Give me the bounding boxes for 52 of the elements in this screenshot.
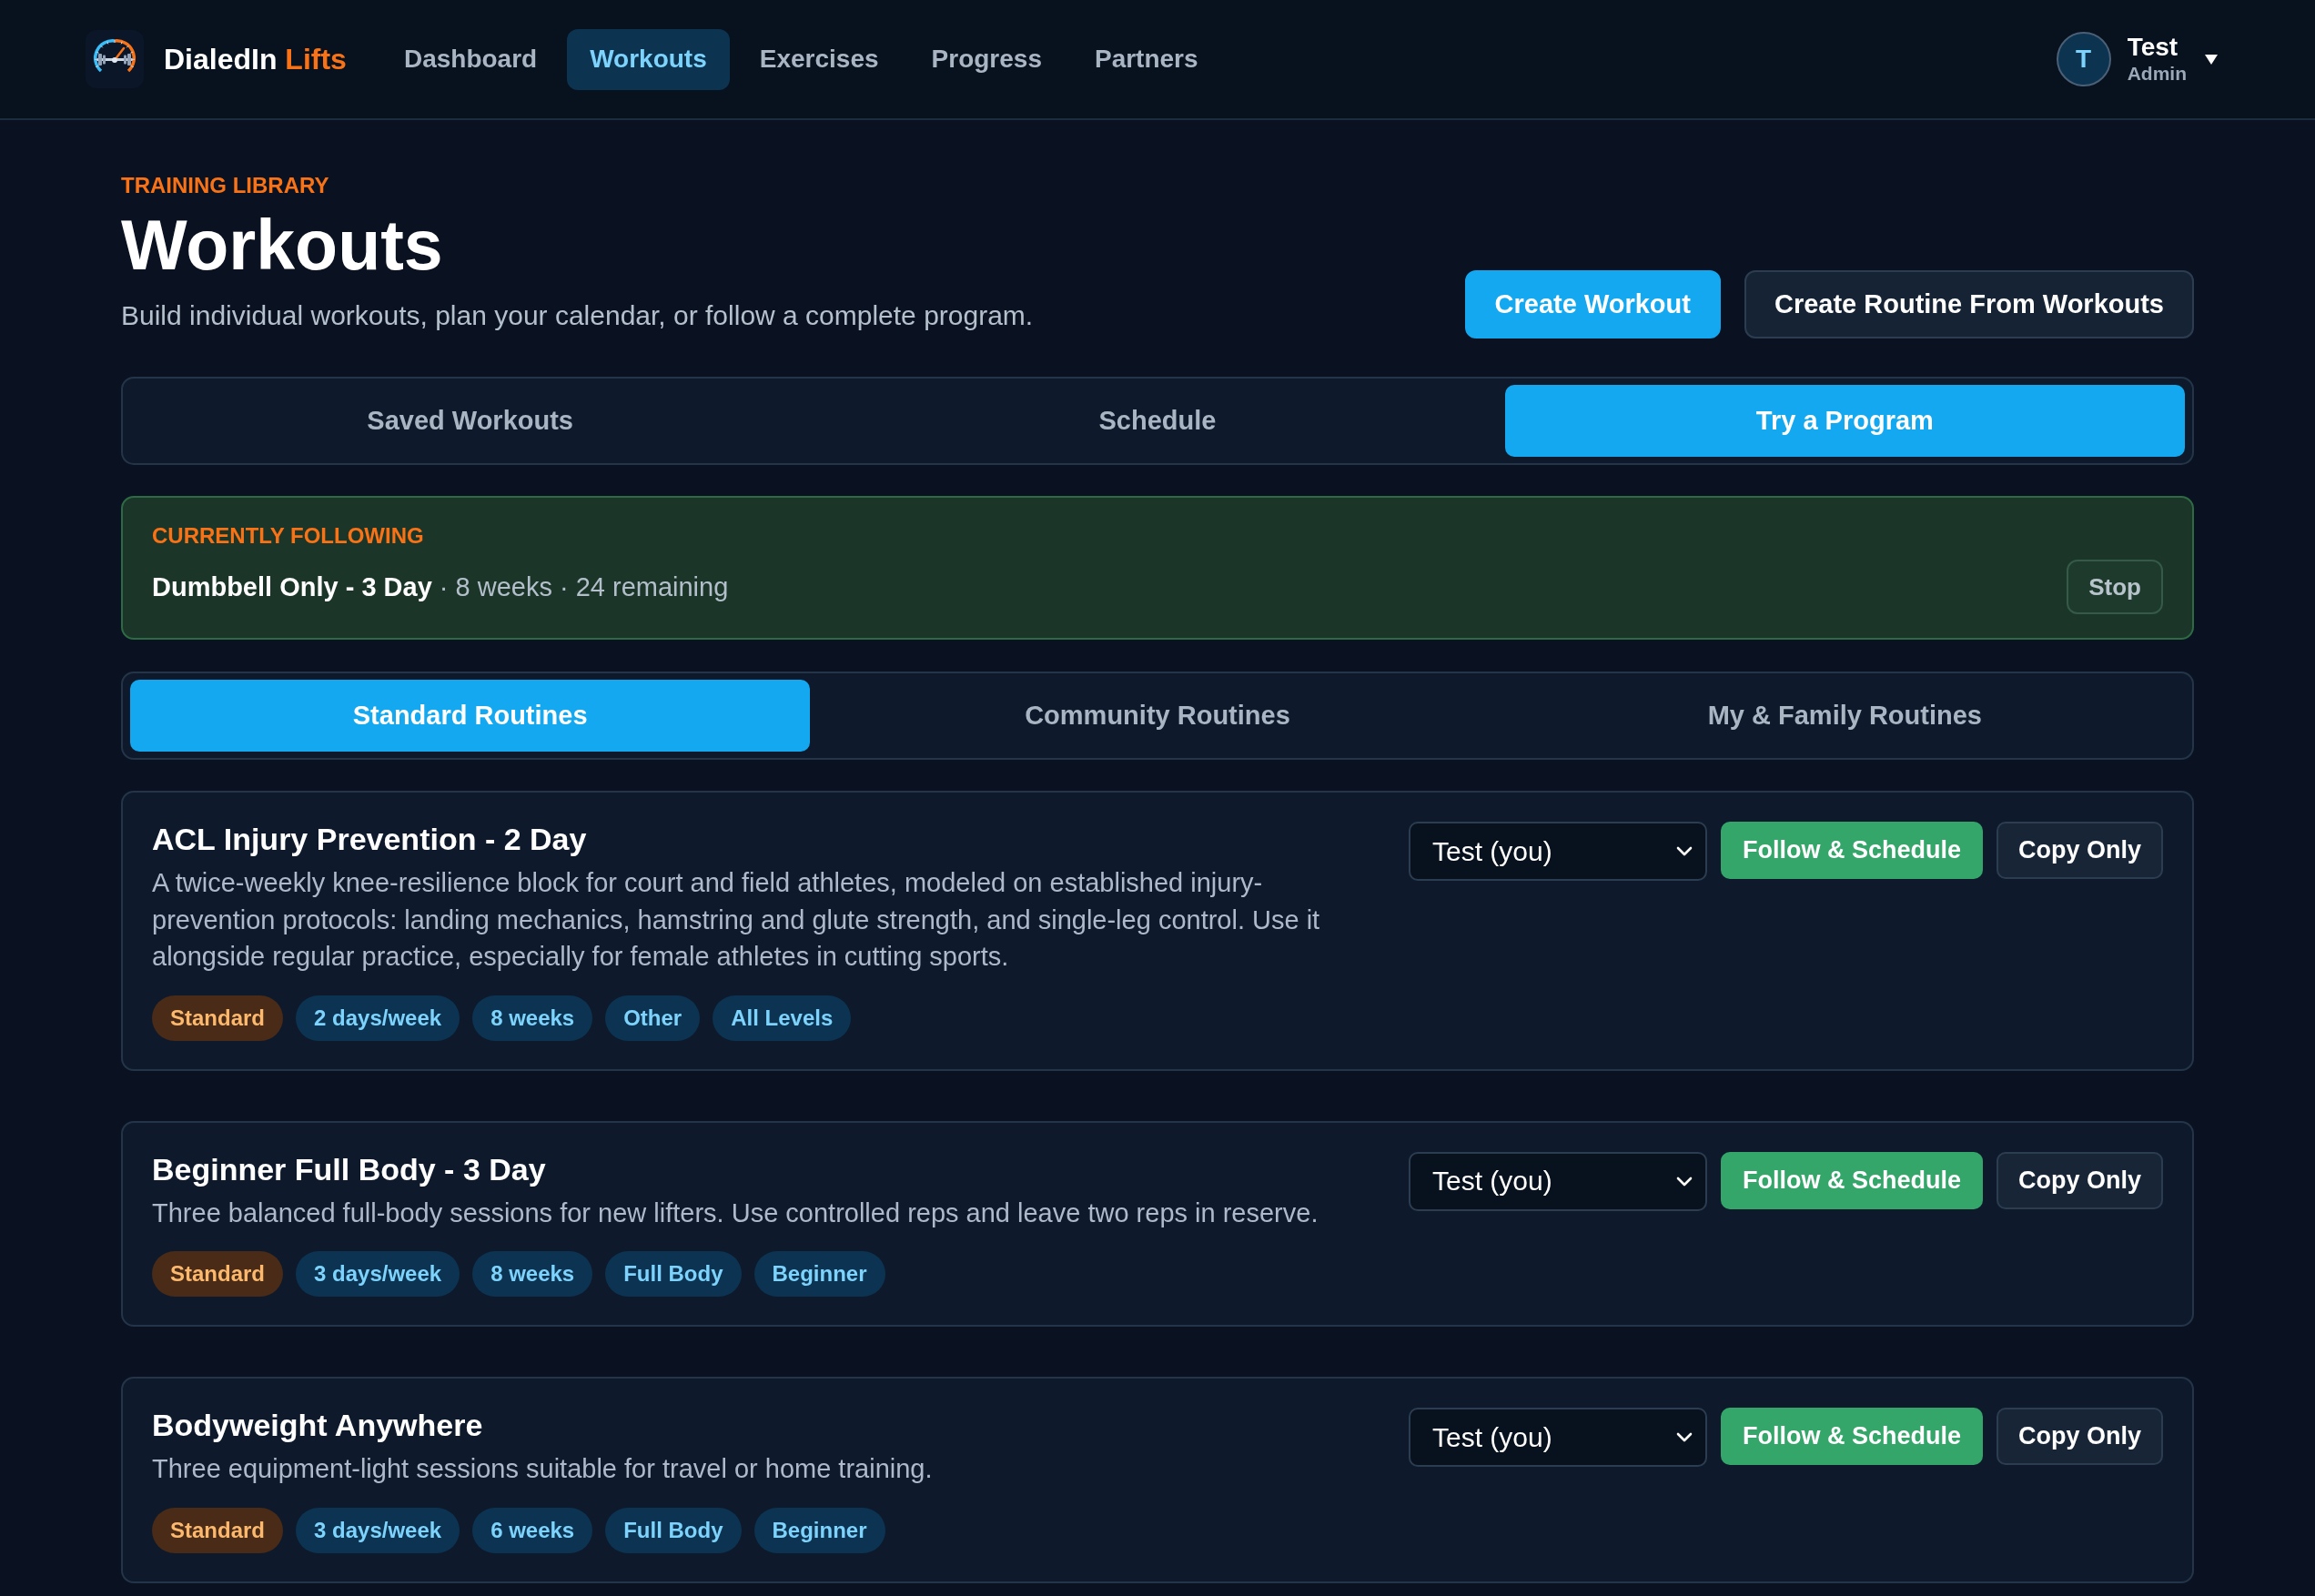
routine-tag: Full Body	[605, 1251, 742, 1297]
create-routine-button[interactable]: Create Routine From Workouts	[1744, 270, 2194, 338]
user-name: Test	[2127, 33, 2179, 62]
routine-tag: Standard	[152, 1507, 283, 1553]
routine-tab[interactable]: Community Routines	[817, 680, 1498, 752]
routine-title: Bodyweight Anywhere	[152, 1407, 484, 1444]
user-role: Admin	[2127, 62, 2187, 86]
routine-tag: Standard	[152, 995, 283, 1041]
routine-tag: 3 days/week	[296, 1507, 460, 1553]
following-label: CURRENTLY FOLLOWING	[152, 523, 425, 549]
routine-description: Three equipment-light sessions suitable for travel or home training.	[152, 1453, 934, 1485]
assignee-select[interactable]: Test (you)	[1408, 1408, 1707, 1467]
routine-description: A twice-weekly knee-resilience block for court and field athletes, modeled on established injury-prevention protocols: landing mechanics, hamstring and glute strength, and single-leg control. Use it alongside regular practice, especially for female athletes in cutting sports.	[152, 867, 1321, 973]
copy-only-button[interactable]: Copy Only	[1997, 822, 2163, 879]
copy-only-button[interactable]: Copy Only	[1997, 1408, 2163, 1465]
routine-tag: 2 days/week	[296, 995, 460, 1041]
user-avatar[interactable]: T	[2056, 32, 2111, 86]
copy-only-button[interactable]: Copy Only	[1997, 1151, 2163, 1209]
routine-tag: All Levels	[713, 995, 852, 1041]
view-tab[interactable]: Saved Workouts	[130, 385, 811, 457]
page-title: Workouts	[121, 205, 443, 285]
routine-title: ACL Injury Prevention - 2 Day	[152, 821, 588, 858]
nav-link[interactable]: Partners	[1071, 28, 1221, 90]
routine-tag: Full Body	[605, 1507, 742, 1553]
routine-tag: 3 days/week	[296, 1251, 460, 1297]
routine-tag: Beginner	[753, 1507, 885, 1553]
view-tab[interactable]: Schedule	[817, 385, 1498, 457]
routine-tag: Standard	[152, 1251, 283, 1297]
routine-tab[interactable]: My & Family Routines	[1504, 680, 2185, 752]
assignee-select[interactable]: Test (you)	[1408, 1151, 1707, 1211]
routine-description: Three balanced full-body sessions for new lifters. Use controlled reps and leave two reps in reserve.	[152, 1197, 1319, 1229]
page-subtitle: Build individual workouts, plan your calendar, or follow a complete program.	[121, 299, 1034, 332]
gauge-logo-icon[interactable]	[86, 30, 144, 88]
chevron-down-icon	[1675, 1176, 1693, 1187]
chevron-down-icon	[1675, 1432, 1693, 1442]
page-eyebrow: TRAINING LIBRARY	[121, 173, 329, 198]
routine-tag: Other	[605, 995, 701, 1041]
stop-button[interactable]: Stop	[2067, 560, 2163, 614]
routine-title: Beginner Full Body - 3 Day	[152, 1150, 547, 1188]
chevron-down-icon	[1675, 846, 1693, 856]
routine-tag: 8 weeks	[472, 995, 593, 1041]
nav-link[interactable]: Workouts	[567, 28, 730, 90]
nav-link[interactable]: Dashboard	[380, 28, 561, 90]
following-summary: Dumbbell Only - 3 Day · 8 weeks · 24 remaining	[152, 571, 729, 602]
routine-tag: 8 weeks	[472, 1251, 593, 1297]
assignee-select[interactable]: Test (you)	[1408, 822, 1707, 881]
nav-link[interactable]: Progress	[908, 28, 1065, 90]
brand-name: DialedIn Lifts	[164, 42, 347, 76]
caret-down-icon[interactable]	[2205, 54, 2218, 65]
routine-tag: Beginner	[753, 1251, 885, 1297]
nav-link[interactable]: Exercises	[736, 28, 902, 90]
routine-tag: 6 weeks	[472, 1507, 593, 1553]
